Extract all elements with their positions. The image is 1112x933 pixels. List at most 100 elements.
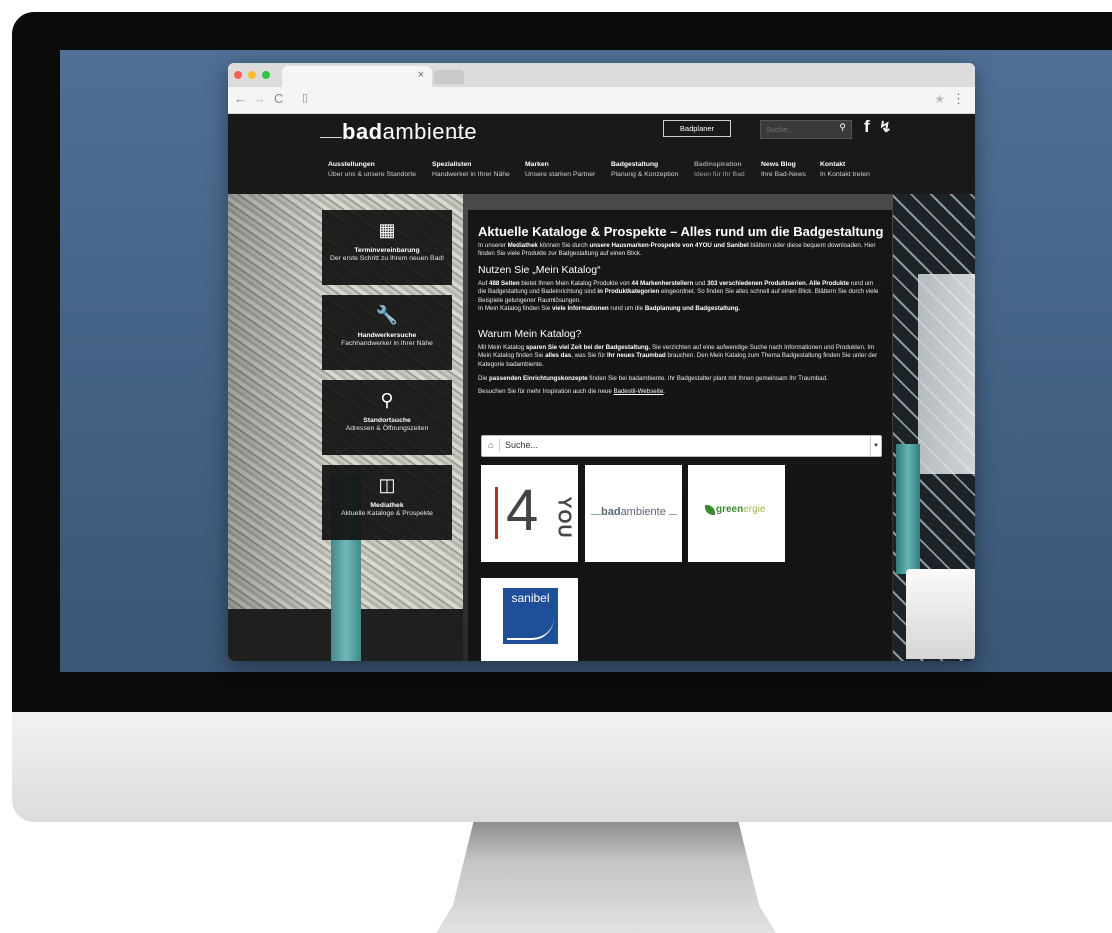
nav-title: Ausstellungen	[328, 161, 375, 168]
tile-subtitle: Fachhandwerker in Ihrer Nähe	[341, 340, 433, 347]
nav-spezialisten[interactable]: Spezialisten Handwerker in Ihrer Nähe	[432, 160, 510, 180]
mein-katalog-paragraph: Auf 488 Seiten bietet Ihnen Mein Katalog…	[478, 280, 883, 313]
chevron-down-icon[interactable]: ▼	[870, 436, 881, 456]
4you-logo-mark: 4	[506, 478, 539, 543]
browser-window: × ← → C ▯ ★ ⋮ badambiente Badplaner ⚲	[228, 63, 975, 661]
nav-subtitle: Handwerker in Ihrer Nähe	[432, 171, 510, 178]
nav-title: News Blog	[761, 161, 796, 168]
site-logo[interactable]: badambiente	[342, 119, 477, 145]
text: , was Sie für	[571, 352, 607, 360]
divider	[499, 439, 500, 452]
badambiente-logo-line-right	[669, 514, 677, 515]
text: In unserer	[478, 242, 508, 249]
nav-subtitle: Planung & Konzeption	[611, 171, 679, 178]
text: Auf	[478, 280, 490, 287]
text-strong: in Produktkategorien	[597, 288, 660, 296]
background-mirror	[918, 274, 975, 474]
tile-standortsuche[interactable]: ⚲ Standortsuche Adressen & Öffnungszeite…	[322, 380, 452, 455]
houzz-icon[interactable]: ↯	[879, 118, 892, 136]
background-towel	[896, 444, 920, 574]
nav-badgestaltung[interactable]: Badgestaltung Planung & Konzeption	[611, 160, 678, 180]
text-strong: 488 Seiten	[489, 280, 520, 287]
facebook-icon[interactable]: f	[864, 117, 870, 137]
section-heading-mein-katalog: Nutzen Sie „Mein Katalog“	[478, 264, 601, 276]
badambiente-logo-line-left	[591, 514, 601, 515]
background-sink	[906, 569, 975, 659]
nav-title: Kontakt	[820, 161, 846, 168]
tile-title: Standortsuche	[363, 417, 411, 424]
site-search: ⚲	[760, 120, 852, 139]
badplaner-button[interactable]: Badplaner	[663, 120, 731, 137]
site-search-input[interactable]	[761, 121, 826, 138]
warum-paragraph: Mit Mein Katalog sparen Sie viel Zeit be…	[478, 344, 883, 369]
tile-subtitle: Adressen & Öffnungszeiten	[345, 425, 429, 432]
browser-tab-active[interactable]: ×	[282, 66, 432, 87]
tile-title: Terminvereinbarung	[354, 247, 420, 254]
imac-stand	[436, 822, 776, 933]
back-icon[interactable]: ←	[234, 91, 247, 106]
location-pin-icon: ⚲	[380, 390, 394, 410]
catalog-search-select[interactable]: ⌂ Suche... ▼	[481, 435, 882, 457]
nav-badinspiration[interactable]: Badinspiration Ideen für Ihr Bad	[694, 160, 745, 180]
logo-part-green: green	[716, 504, 744, 515]
text: können Sie durch	[537, 242, 590, 249]
text: bietet Ihnen Mein Katalog Produkte von	[519, 280, 632, 287]
maximize-window-button[interactable]	[262, 71, 270, 79]
text: Besuchen Sie für mehr Inspiration auch d…	[478, 388, 614, 395]
search-icon[interactable]: ⚲	[839, 122, 846, 133]
logo-line-left	[320, 137, 342, 138]
tile-terminvereinbarung[interactable]: ▦ Terminvereinbarung Der erste Schritt z…	[322, 210, 452, 285]
background-shadow	[228, 194, 328, 661]
logo-line-right	[448, 137, 472, 138]
forward-icon[interactable]: →	[253, 91, 266, 106]
minimize-window-button[interactable]	[248, 71, 256, 79]
einrichtung-paragraph: Die passenden Einrichtungskonzepte finde…	[478, 375, 883, 383]
text: Die	[478, 375, 490, 382]
inspiration-paragraph: Besuchen Sie für mehr Inspiration auch d…	[478, 388, 883, 396]
text: und	[693, 280, 708, 287]
leaf-icon	[705, 505, 715, 515]
imac-chin	[12, 712, 1112, 822]
catalog-badambiente[interactable]: badambiente	[585, 465, 682, 562]
catalog-sanibel[interactable]: sanibel	[481, 578, 578, 661]
nav-subtitle: Unsere starken Partner	[525, 171, 596, 178]
text: .	[663, 388, 666, 395]
new-tab-button[interactable]	[434, 70, 464, 84]
close-window-button[interactable]	[234, 71, 242, 79]
nav-subtitle: Ideen für Ihr Bad	[694, 171, 745, 178]
logo-prefix: bad	[601, 506, 621, 518]
text-strong: Mediathek	[507, 242, 538, 249]
badestil-link[interactable]: Badestil-Webseite	[614, 388, 664, 395]
catalog-icon: ◫	[378, 475, 396, 495]
tile-title: Mediathek	[370, 502, 404, 509]
text-strong: viele Informationen	[551, 304, 609, 312]
page-title: Aktuelle Kataloge & Prospekte – Alles ru…	[478, 224, 884, 239]
catalog-greenergie[interactable]: greenergie	[688, 465, 785, 562]
tile-title: Handwerkersuche	[357, 332, 417, 339]
text-strong: Badplanung und Badgestaltung.	[644, 304, 741, 312]
tab-close-icon[interactable]: ×	[418, 69, 424, 81]
site-header: badambiente Badplaner ⚲ f ↯ Ausstellunge…	[228, 114, 975, 194]
nav-kontakt[interactable]: Kontakt In Kontakt treten	[820, 160, 870, 180]
nav-subtitle: Ihre Bad-News	[761, 171, 806, 178]
tile-mediathek[interactable]: ◫ Mediathek Aktuelle Kataloge & Prospekt…	[322, 465, 452, 540]
tile-handwerkersuche[interactable]: 🔧 Handwerkersuche Fachhandwerker in Ihre…	[322, 295, 452, 370]
page-icon: ▯	[302, 92, 309, 104]
website: badambiente Badplaner ⚲ f ↯ Ausstellunge…	[228, 114, 975, 661]
browser-toolbar: ← → C ▯ ★ ⋮	[228, 87, 975, 114]
bookmark-star-icon[interactable]: ★	[934, 92, 945, 106]
nav-ausstellungen[interactable]: Ausstellungen Über uns & unsere Standorte	[328, 160, 416, 180]
nav-marken[interactable]: Marken Unsere starken Partner	[525, 160, 595, 180]
catalog-4you[interactable]: 4 YOU	[481, 465, 578, 562]
nav-news-blog[interactable]: News Blog Ihre Bad-News	[761, 160, 806, 180]
logo-suffix: ambiente	[620, 506, 666, 518]
nav-title: Badinspiration	[694, 161, 742, 168]
sanibel-logo-text: sanibel	[511, 591, 550, 605]
reload-icon[interactable]: C	[274, 91, 283, 106]
text-strong: passenden Einrichtungskonzepte	[489, 375, 588, 382]
calendar-icon: ▦	[378, 220, 396, 240]
text-strong: sparen Sie viel Zeit bei der Badgestaltu…	[525, 344, 651, 351]
text-strong: unsere Hausmarken-Prospekte von 4YOU und…	[589, 242, 749, 249]
browser-menu-icon[interactable]: ⋮	[952, 91, 965, 107]
nav-title: Marken	[525, 161, 549, 168]
